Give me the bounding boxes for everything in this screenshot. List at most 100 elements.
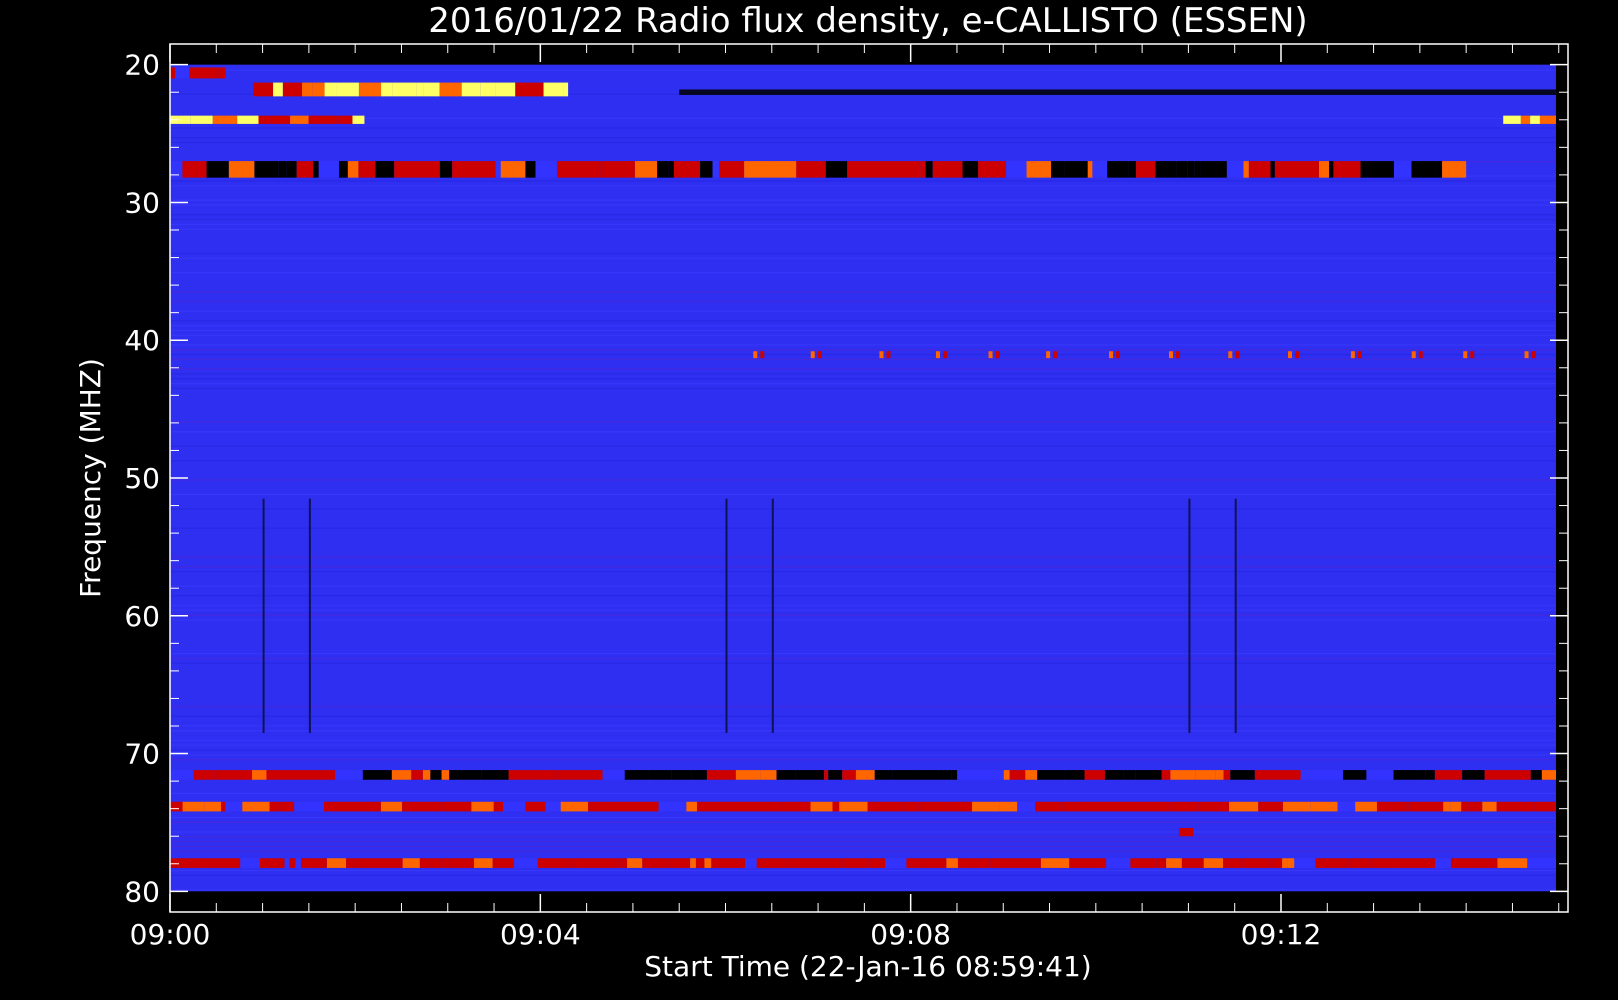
feature-segment [1415, 858, 1424, 868]
feature-segment [744, 858, 757, 868]
feature-segment [423, 82, 440, 97]
noise-line [170, 218, 1556, 221]
feature-segment [620, 858, 628, 868]
feature-segment [686, 801, 698, 812]
feature-segment [642, 858, 669, 868]
feature-segment [170, 67, 176, 79]
feature-segment [471, 161, 496, 178]
feature-segment [671, 770, 692, 780]
feature-segment [189, 67, 219, 79]
feature-dot [1357, 351, 1362, 359]
x-tick-label: 09:08 [870, 918, 951, 951]
noise-line [170, 445, 1556, 447]
feature-segment [170, 770, 194, 780]
chart-title: 2016/01/22 Radio flux density, e-CALLIST… [428, 1, 1307, 41]
x-tick-label: 09:04 [500, 918, 581, 951]
x-axis-label: Start Time (22-Jan-16 08:59:41) [644, 950, 1091, 983]
feature-segment [1530, 770, 1542, 780]
feature-segment [295, 770, 310, 780]
feature-segment [1161, 770, 1171, 780]
feature-segment [1404, 801, 1409, 812]
noise-line [170, 199, 1556, 201]
feature-segment [295, 858, 301, 868]
feature-segment [560, 801, 589, 812]
noise-line [170, 652, 1556, 655]
feature-segment [1496, 801, 1502, 812]
feature-segment [1270, 858, 1283, 868]
feature-segment [543, 82, 564, 97]
noise-line [170, 706, 1556, 708]
noise-line [170, 387, 1556, 389]
noise-line [170, 749, 1556, 751]
feature-dot [760, 351, 765, 359]
feature-segment [616, 858, 621, 868]
feature-segment [1411, 161, 1437, 178]
feature-segment [515, 82, 544, 97]
feature-segment [461, 82, 481, 97]
feature-segment [679, 89, 1556, 95]
feature-segment [605, 801, 636, 812]
feature-segment [1282, 801, 1311, 812]
feature-segment [969, 770, 989, 780]
noise-line [170, 556, 1556, 558]
noise-line [170, 566, 1556, 568]
feature-segment [657, 161, 669, 178]
feature-segment [938, 770, 952, 780]
feature-segment [884, 858, 907, 868]
feature-segment [227, 770, 252, 780]
feature-segment [1450, 801, 1462, 812]
feature-segment [300, 858, 306, 868]
feature-segment [990, 858, 1017, 868]
feature-segment [270, 115, 291, 124]
feature-segment [358, 82, 382, 97]
feature-segment [691, 770, 707, 780]
feature-segment [1062, 801, 1073, 812]
feature-segment [782, 801, 811, 812]
feature-dot [810, 351, 815, 359]
feature-segment [735, 770, 761, 780]
feature-segment [500, 161, 526, 178]
feature-segment [892, 770, 919, 780]
noise-line [170, 739, 1556, 741]
feature-dot [988, 351, 993, 359]
feature-segment [448, 858, 474, 868]
feature-dot [1524, 351, 1529, 359]
y-tick-label: 30 [124, 186, 160, 219]
feature-band [253, 82, 569, 97]
feature-dot [1418, 351, 1423, 359]
feature-segment [951, 770, 958, 780]
feature-dot [1294, 351, 1299, 359]
feature-segment [1495, 770, 1516, 780]
feature-segment [712, 161, 720, 178]
feature-segment [1170, 801, 1199, 812]
feature-segment [289, 858, 296, 868]
feature-dot [1287, 351, 1292, 359]
noise-line [170, 204, 1556, 206]
noise-line [170, 869, 1556, 872]
feature-dot [1531, 351, 1536, 359]
noise-line [170, 460, 1556, 462]
feature-segment [861, 858, 869, 868]
feature-segment [1097, 858, 1107, 868]
feature-segment [1393, 770, 1418, 780]
feature-segment [1468, 801, 1483, 812]
feature-segment [1229, 801, 1259, 812]
feature-segment [957, 770, 970, 780]
feature-segment [1181, 858, 1204, 868]
feature-segment [278, 801, 295, 812]
feature-segment [891, 801, 905, 812]
feature-segment [228, 161, 255, 178]
feature-segment [492, 858, 515, 868]
feature-segment [1443, 801, 1451, 812]
noise-line [170, 850, 1556, 852]
feature-dot [1235, 351, 1240, 359]
feature-segment [635, 801, 652, 812]
noise-line [170, 223, 1556, 225]
feature-segment [556, 161, 572, 178]
feature-dot [753, 351, 758, 359]
feature-segment [170, 801, 183, 812]
feature-band [170, 801, 1556, 812]
feature-segment [392, 82, 417, 97]
feature-segment [1393, 858, 1416, 868]
feature-segment [439, 82, 462, 97]
